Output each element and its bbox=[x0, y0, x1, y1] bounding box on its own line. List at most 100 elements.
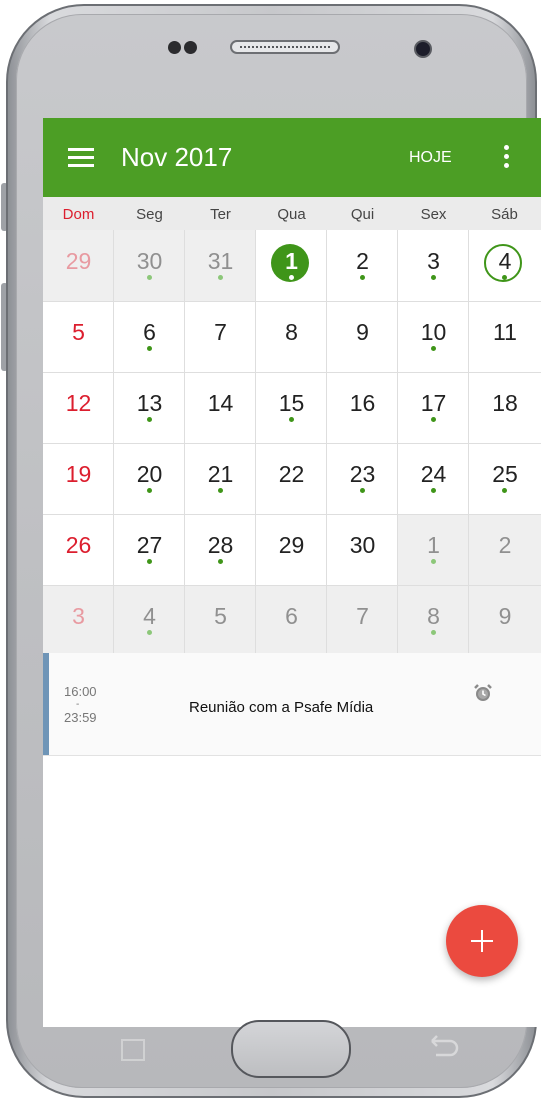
calendar-day-cell[interactable]: 11 bbox=[469, 301, 541, 372]
calendar-day-cell[interactable]: 10 bbox=[398, 301, 469, 372]
calendar-day-cell[interactable]: 30 bbox=[327, 514, 398, 585]
day-number: 6 bbox=[285, 603, 298, 629]
event-title: Reunião com a Psafe Mídia bbox=[189, 699, 374, 716]
day-number: 3 bbox=[72, 603, 85, 629]
event-color-bar bbox=[43, 653, 49, 755]
calendar-day-cell[interactable]: 21 bbox=[185, 443, 256, 514]
grid-divider bbox=[184, 230, 185, 653]
day-number: 2 bbox=[498, 532, 512, 558]
calendar-day-cell[interactable]: 30 bbox=[114, 230, 185, 301]
back-icon[interactable] bbox=[426, 1035, 460, 1059]
proximity-sensor bbox=[168, 41, 181, 54]
calendar-day-cell[interactable]: 7 bbox=[327, 585, 398, 653]
calendar-day-cell[interactable]: 14 bbox=[185, 372, 256, 443]
grid-divider bbox=[43, 514, 541, 515]
day-number: 4 bbox=[498, 248, 512, 274]
calendar-day-cell[interactable]: 25 bbox=[469, 443, 541, 514]
day-number: 28 bbox=[207, 532, 234, 558]
calendar-day-cell[interactable]: 24 bbox=[398, 443, 469, 514]
calendar-day-cell[interactable]: 15 bbox=[256, 372, 327, 443]
calendar-day-cell[interactable]: 12 bbox=[43, 372, 114, 443]
calendar-day-cell[interactable]: 31 bbox=[185, 230, 256, 301]
day-number: 26 bbox=[65, 532, 92, 558]
calendar-day-cell[interactable]: 5 bbox=[43, 301, 114, 372]
day-number: 7 bbox=[214, 319, 227, 345]
calendar-day-cell[interactable]: 22 bbox=[256, 443, 327, 514]
day-number: 21 bbox=[207, 461, 234, 487]
day-number: 18 bbox=[492, 390, 518, 416]
phone-frame: Nov 2017 HOJE Dom Seg Ter Qua Qui Sex Sá… bbox=[0, 0, 543, 1102]
calendar-day-cell[interactable]: 9 bbox=[469, 585, 541, 653]
day-number: 17 bbox=[420, 390, 447, 416]
calendar-day-cell[interactable]: 3 bbox=[43, 585, 114, 653]
event-dot bbox=[147, 559, 152, 564]
calendar-day-cell[interactable]: 9 bbox=[327, 301, 398, 372]
weekday-label: Dom bbox=[62, 206, 95, 223]
calendar-day-cell[interactable]: 23 bbox=[327, 443, 398, 514]
grid-divider bbox=[43, 372, 541, 373]
calendar-day-cell[interactable]: 29 bbox=[43, 230, 114, 301]
calendar-day-cell[interactable]: 26 bbox=[43, 514, 114, 585]
day-number: 4 bbox=[143, 603, 156, 629]
event-item[interactable]: 16:00 - 23:59 Reunião com a Psafe Mídia bbox=[43, 653, 541, 756]
home-button[interactable] bbox=[231, 1020, 351, 1078]
calendar-day-cell[interactable]: 20 bbox=[114, 443, 185, 514]
event-time-separator: - bbox=[76, 699, 80, 710]
grid-divider bbox=[397, 230, 398, 653]
calendar-day-cell[interactable]: 1 bbox=[398, 514, 469, 585]
calendar-day-cell[interactable]: 4 bbox=[469, 230, 541, 301]
calendar-day-cell[interactable]: 4 bbox=[114, 585, 185, 653]
event-dot bbox=[431, 275, 436, 280]
calendar-day-cell[interactable]: 17 bbox=[398, 372, 469, 443]
calendar-day-cell[interactable]: 16 bbox=[327, 372, 398, 443]
calendar-day-cell[interactable]: 2 bbox=[327, 230, 398, 301]
day-number: 12 bbox=[65, 390, 92, 416]
event-start-time: 16:00 bbox=[64, 684, 97, 699]
calendar-day-cell[interactable]: 19 bbox=[43, 443, 114, 514]
calendar-day-cell[interactable]: 29 bbox=[256, 514, 327, 585]
day-number: 5 bbox=[214, 603, 227, 629]
calendar-day-cell[interactable]: 3 bbox=[398, 230, 469, 301]
calendar-day-cell[interactable]: 28 bbox=[185, 514, 256, 585]
grid-divider bbox=[43, 443, 541, 444]
alarm-icon bbox=[474, 684, 492, 701]
event-dot bbox=[360, 275, 365, 280]
calendar-day-cell[interactable]: 2 bbox=[469, 514, 541, 585]
day-number: 2 bbox=[356, 248, 369, 274]
proximity-sensor bbox=[184, 41, 197, 54]
event-dot bbox=[431, 630, 436, 635]
grid-divider bbox=[43, 301, 541, 302]
day-number: 13 bbox=[136, 390, 163, 416]
weekday-label: Qua bbox=[277, 206, 306, 223]
calendar-day-cell[interactable]: 8 bbox=[256, 301, 327, 372]
day-number: 25 bbox=[492, 461, 518, 487]
day-number: 6 bbox=[143, 319, 156, 345]
hamburger-menu-icon[interactable] bbox=[68, 148, 94, 168]
calendar-day-cell[interactable]: 18 bbox=[469, 372, 541, 443]
day-number: 31 bbox=[207, 248, 234, 274]
calendar-day-cell[interactable]: 7 bbox=[185, 301, 256, 372]
calendar-day-cell[interactable]: 8 bbox=[398, 585, 469, 653]
day-number: 22 bbox=[278, 461, 305, 487]
day-number: 3 bbox=[427, 248, 440, 274]
recent-apps-icon[interactable] bbox=[121, 1035, 147, 1061]
grid-divider bbox=[468, 230, 469, 653]
front-camera bbox=[414, 40, 432, 58]
calendar-day-cell[interactable]: 27 bbox=[114, 514, 185, 585]
today-button[interactable]: HOJE bbox=[409, 149, 452, 167]
more-options-icon[interactable] bbox=[496, 144, 516, 170]
calendar-day-cell[interactable]: 5 bbox=[185, 585, 256, 653]
calendar-day-cell[interactable]: 13 bbox=[114, 372, 185, 443]
month-title[interactable]: Nov 2017 bbox=[121, 142, 232, 173]
event-dot bbox=[289, 417, 294, 422]
month-grid: 29 30 31 1 2 3 4 5 6 7 8 9 10 11 12 13 14 15 16 17 18 19 20 21 2… bbox=[43, 230, 541, 653]
calendar-day-cell[interactable]: 6 bbox=[256, 585, 327, 653]
day-number: 1 bbox=[285, 248, 298, 274]
weekday-label: Sex bbox=[420, 206, 447, 223]
day-number: 30 bbox=[349, 532, 376, 558]
calendar-day-cell[interactable]: 6 bbox=[114, 301, 185, 372]
add-event-button[interactable] bbox=[446, 905, 518, 977]
earpiece-speaker bbox=[230, 40, 340, 54]
day-number: 8 bbox=[427, 603, 440, 629]
calendar-day-cell[interactable]: 1 bbox=[256, 230, 327, 301]
